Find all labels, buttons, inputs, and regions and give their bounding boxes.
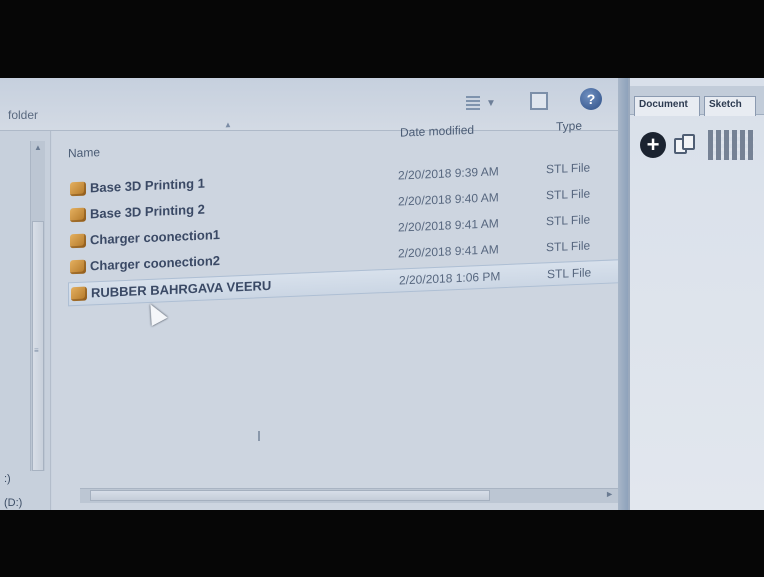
- preview-pane-icon[interactable]: [530, 92, 548, 110]
- file-name: Charger coonection2: [90, 252, 221, 274]
- file-type: STL File: [547, 265, 592, 282]
- tab-document[interactable]: Document: [634, 96, 700, 116]
- file-date: 2/20/2018 1:06 PM: [399, 269, 501, 288]
- file-name: Base 3D Printing 1: [90, 175, 205, 196]
- add-icon[interactable]: +: [640, 132, 666, 158]
- column-header-date-modified[interactable]: Date modified: [400, 123, 474, 140]
- file-date: 2/20/2018 9:41 AM: [398, 242, 499, 261]
- help-icon[interactable]: ?: [580, 88, 602, 110]
- file-type: STL File: [546, 238, 591, 255]
- nav-item-drive[interactable]: :): [4, 473, 11, 485]
- stl-file-icon: [70, 181, 86, 197]
- app-tab-strip: Document Sketch: [630, 86, 764, 116]
- column-header-name[interactable]: Name: [68, 145, 100, 160]
- file-name: Base 3D Printing 2: [90, 201, 205, 222]
- file-name: Charger coonection1: [90, 226, 221, 248]
- file-open-dialog: folder ▼ ? ▲ ≡ :) (D:) ▲ Name Date modif…: [0, 78, 628, 510]
- stl-file-icon: [70, 233, 86, 249]
- horizontal-scrollbar[interactable]: ►: [80, 488, 618, 503]
- dust-speck: [258, 431, 260, 441]
- file-type: STL File: [546, 160, 591, 177]
- file-date: 2/20/2018 9:39 AM: [398, 164, 499, 183]
- copy-icon[interactable]: [674, 134, 698, 156]
- file-name: RUBBER BAHRGAVA VEERU: [91, 277, 272, 301]
- grid-view-icon[interactable]: [708, 130, 754, 160]
- column-header-type[interactable]: Type: [556, 119, 582, 134]
- letterbox-bottom: [0, 510, 764, 577]
- nav-item-drive-d[interactable]: (D:): [4, 497, 22, 509]
- stl-file-icon: [71, 286, 87, 302]
- dialog-frame-edge: [618, 78, 628, 510]
- letterbox-top: [0, 0, 764, 78]
- stl-file-icon: [70, 207, 86, 223]
- scroll-right-icon[interactable]: ►: [605, 489, 614, 499]
- file-list: ▲ Name Date modified Type Base 3D Printi…: [52, 119, 624, 510]
- change-view-icon[interactable]: ▼: [466, 94, 496, 112]
- navigation-scrollbar[interactable]: ▲ ≡: [30, 141, 45, 471]
- tab-sketch[interactable]: Sketch: [704, 96, 756, 116]
- monitor-screen: folder ▼ ? ▲ ≡ :) (D:) ▲ Name Date modif…: [0, 78, 764, 510]
- scroll-up-icon[interactable]: ▲: [34, 143, 42, 152]
- file-date: 2/20/2018 9:41 AM: [398, 216, 499, 235]
- scroll-grip-icon: ≡: [34, 346, 39, 355]
- horizontal-scroll-thumb[interactable]: [90, 490, 490, 501]
- navigation-pane: ▲ ≡ :) (D:): [0, 131, 51, 510]
- file-type: STL File: [546, 186, 591, 203]
- stl-file-icon: [70, 259, 86, 275]
- sort-ascending-icon: ▲: [224, 120, 232, 130]
- file-date: 2/20/2018 9:40 AM: [398, 190, 499, 209]
- file-type: STL File: [546, 212, 591, 229]
- application-side-pane: Document Sketch +: [628, 78, 764, 510]
- folder-label[interactable]: folder: [8, 108, 38, 122]
